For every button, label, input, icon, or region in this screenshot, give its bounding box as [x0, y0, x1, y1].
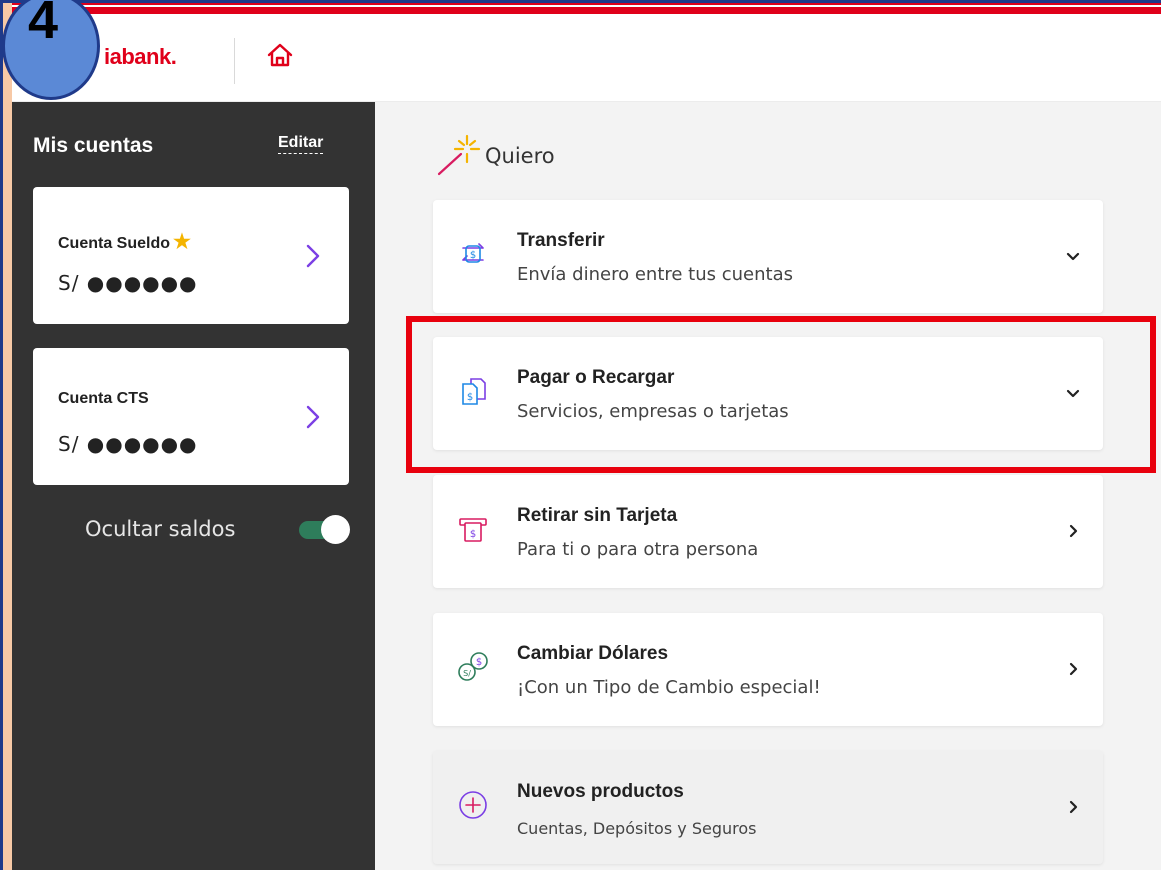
- account-name: Cuenta CTS: [58, 390, 149, 407]
- option-subtitle: ¡Con un Tipo de Cambio especial!: [517, 677, 821, 698]
- transfer-icon: $: [462, 243, 484, 263]
- account-balance: S/ ●●●●●●: [58, 432, 198, 456]
- currency-exchange-icon: $ S/: [458, 652, 488, 681]
- section-title: Quiero: [485, 144, 555, 168]
- option-retirar-sin-tarjeta[interactable]: $ Retirar sin Tarjeta Para ti o para otr…: [433, 475, 1103, 588]
- option-subtitle: Cuentas, Depósitos y Seguros: [517, 819, 757, 838]
- hide-balances-label: Ocultar saldos: [85, 517, 236, 541]
- plus-circle-icon: [459, 791, 487, 819]
- account-balance: S/ ●●●●●●: [58, 271, 198, 295]
- toggle-knob: [321, 515, 350, 544]
- chevron-right-icon: [1069, 800, 1078, 814]
- edit-accounts-link[interactable]: Editar: [278, 134, 324, 154]
- screenshot-frame: [0, 0, 12, 870]
- option-cambiar-dolares[interactable]: $ S/ Cambiar Dólares ¡Con un Tipo de Cam…: [433, 613, 1103, 726]
- star-icon: ★: [173, 231, 191, 253]
- chevron-down-icon: [1066, 252, 1080, 261]
- svg-text:$: $: [470, 529, 476, 540]
- chevron-right-icon: [306, 405, 320, 429]
- svg-text:$: $: [476, 657, 482, 668]
- account-name-text: Cuenta Sueldo: [58, 235, 171, 252]
- atm-icon: $: [459, 518, 487, 542]
- option-title: Transferir: [517, 230, 605, 251]
- header-divider: [234, 38, 235, 84]
- option-subtitle: Envía dinero entre tus cuentas: [517, 264, 793, 285]
- chevron-right-icon: [1069, 524, 1078, 538]
- account-card-cts[interactable]: Cuenta CTS S/ ●●●●●●: [33, 348, 349, 485]
- hide-balances-toggle[interactable]: [295, 514, 351, 544]
- sidebar-title: Mis cuentas: [33, 134, 154, 157]
- chevron-right-icon: [1069, 662, 1078, 676]
- magic-wand-icon: [437, 134, 481, 176]
- chevron-right-icon: [306, 244, 320, 268]
- home-icon[interactable]: [265, 40, 295, 70]
- brand-line: [12, 3, 1161, 5]
- step-number: 4: [27, 0, 59, 50]
- account-name: Cuenta Sueldo ★: [58, 229, 191, 254]
- top-header: iabank.: [12, 14, 1161, 102]
- highlight-box: [406, 316, 1156, 473]
- svg-text:S/: S/: [463, 669, 471, 678]
- option-title: Retirar sin Tarjeta: [517, 505, 678, 526]
- brand-bar: [12, 7, 1161, 14]
- accounts-sidebar: Mis cuentas Editar Cuenta Sueldo ★ S/ ●●●…: [12, 102, 375, 870]
- option-nuevos-productos[interactable]: Nuevos productos Cuentas, Depósitos y Se…: [433, 751, 1103, 864]
- main-panel: Quiero $ Transferir Envía dinero entre t…: [375, 102, 1161, 870]
- svg-text:$: $: [470, 250, 476, 261]
- option-title: Nuevos productos: [517, 781, 684, 802]
- option-transferir[interactable]: $ Transferir Envía dinero entre tus cuen…: [433, 200, 1103, 313]
- bank-logo[interactable]: iabank.: [104, 44, 177, 70]
- account-card-sueldo[interactable]: Cuenta Sueldo ★ S/ ●●●●●●: [33, 187, 349, 324]
- option-title: Cambiar Dólares: [517, 643, 669, 664]
- option-subtitle: Para ti o para otra persona: [517, 539, 759, 560]
